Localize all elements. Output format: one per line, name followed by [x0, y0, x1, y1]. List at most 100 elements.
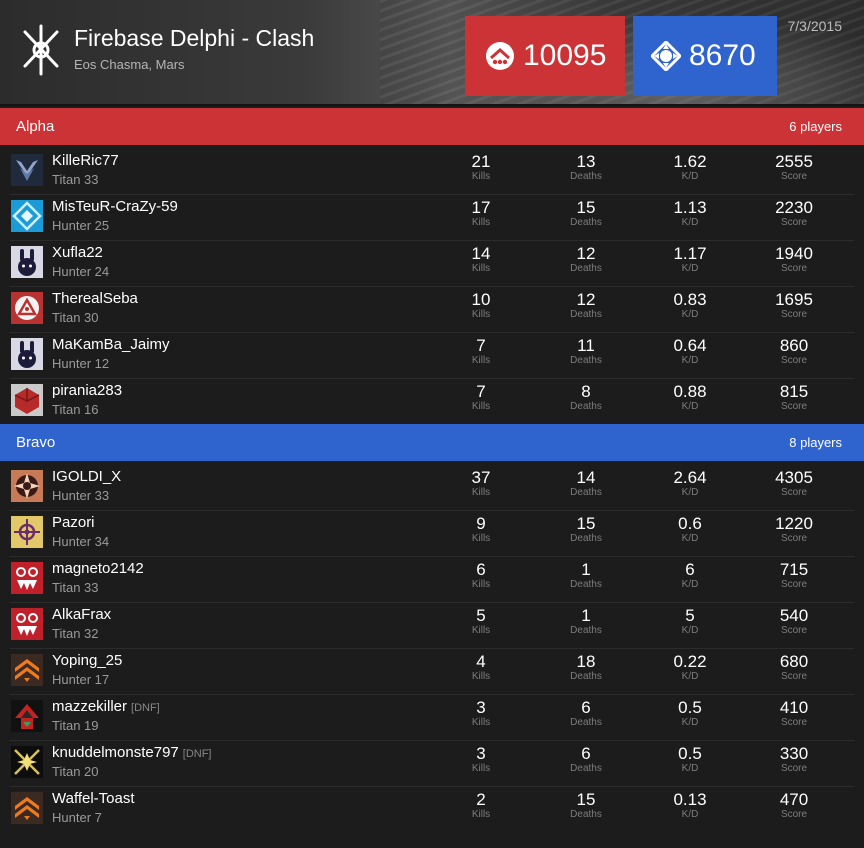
bravo-team-name: Bravo: [16, 434, 56, 451]
stat-kd: 1.13 K/D: [650, 199, 730, 229]
player-name[interactable]: AlkaFrax: [52, 606, 111, 623]
player-row[interactable]: Yoping_25 Hunter 17 4 Kills 18 Deaths 0.22 K/D 6…: [10, 649, 854, 695]
chevron-emblem-icon[interactable]: [11, 792, 43, 824]
stat-kd: 0.5 K/D: [650, 699, 730, 729]
player-name[interactable]: KilleRic77: [52, 152, 119, 169]
stat-kd: 6 K/D: [650, 561, 730, 591]
player-name[interactable]: TherealSeba: [52, 290, 138, 307]
player-row[interactable]: pirania283 Titan 16 7 Kills 8 Deaths 0.88 K/D 81…: [10, 379, 854, 424]
stat-kills: 17 Kills: [441, 199, 521, 229]
stat-deaths-label: Deaths: [570, 355, 602, 366]
arrow-emblem-icon[interactable]: [11, 700, 43, 732]
player-row[interactable]: knuddelmonste797 [DNF] Titan 20 3 Kills 6 Deat…: [10, 741, 854, 787]
match-date: 7/3/2015: [787, 18, 843, 34]
stat-deaths-label: Deaths: [570, 401, 602, 412]
player-name-text[interactable]: AlkaFrax: [52, 606, 111, 623]
player-name[interactable]: magneto2142: [52, 560, 144, 577]
player-name-text[interactable]: Waffel-Toast: [52, 790, 135, 807]
stat-deaths-value: 1: [581, 560, 591, 579]
alpha-player-count: 6 players: [789, 119, 842, 134]
player-name-text[interactable]: Pazori: [52, 514, 95, 531]
bunny-emblem-icon[interactable]: [11, 338, 43, 370]
stat-kd: 1.62 K/D: [650, 153, 730, 183]
stat-deaths-value: 14: [576, 468, 596, 487]
stat-kd: 0.22 K/D: [650, 653, 730, 683]
player-name-text[interactable]: Yoping_25: [52, 652, 122, 669]
player-name-text[interactable]: pirania283: [52, 382, 122, 399]
stat-kd-label: K/D: [681, 487, 699, 498]
player-row[interactable]: IGOLDI_X Hunter 33 37 Kills 14 Deaths 2.64 K/D 4…: [10, 465, 854, 511]
stat-kd-label: K/D: [681, 355, 699, 366]
player-name-text[interactable]: IGOLDI_X: [52, 468, 121, 485]
wing-emblem-icon[interactable]: [11, 154, 43, 186]
player-row[interactable]: Xufla22 Hunter 24 14 Kills 12 Deaths 1.17 K/D 19…: [10, 241, 854, 287]
player-name[interactable]: Xufla22: [52, 244, 103, 261]
player-row[interactable]: Waffel-Toast Hunter 7 2 Kills 15 Deaths 0.13 K/…: [10, 787, 854, 832]
stat-kd: 0.83 K/D: [650, 291, 730, 321]
stat-kills-label: Kills: [471, 401, 491, 412]
stat-deaths-value: 12: [576, 244, 596, 263]
player-row[interactable]: Pazori Hunter 34 9 Kills 15 Deaths 0.6 K/D 1220 S…: [10, 511, 854, 557]
player-name[interactable]: mazzekiller [DNF]: [52, 698, 160, 715]
stat-score-value: 1220: [775, 514, 813, 533]
stat-kd-value: 0.5: [678, 744, 702, 763]
stat-kills-label: Kills: [471, 217, 491, 228]
compass-emblem-icon[interactable]: [11, 470, 43, 502]
player-row[interactable]: magneto2142 Titan 33 6 Kills 1 Deaths 6 K/D 715 S…: [10, 557, 854, 603]
player-name-text[interactable]: Xufla22: [52, 244, 103, 261]
player-name-text[interactable]: knuddelmonste797: [52, 744, 179, 761]
shield-emblem-icon[interactable]: [11, 292, 43, 324]
stat-deaths-label: Deaths: [570, 625, 602, 636]
player-name[interactable]: Pazori: [52, 514, 95, 531]
player-name-text[interactable]: TherealSeba: [52, 290, 138, 307]
player-name[interactable]: IGOLDI_X: [52, 468, 121, 485]
diamond-emblem-icon[interactable]: [11, 200, 43, 232]
stat-score-label: Score: [780, 355, 808, 366]
player-name[interactable]: Yoping_25: [52, 652, 122, 669]
flower-emblem-icon[interactable]: [11, 516, 43, 548]
stat-kills-label: Kills: [471, 309, 491, 320]
player-name[interactable]: knuddelmonste797 [DNF]: [52, 744, 212, 761]
stat-score-label: Score: [780, 625, 808, 636]
stat-score-label: Score: [780, 217, 808, 228]
player-name-text[interactable]: KilleRic77: [52, 152, 119, 169]
stat-kd: 0.64 K/D: [650, 337, 730, 367]
player-row[interactable]: AlkaFrax Titan 32 5 Kills 1 Deaths 5 K/D 540 Scor…: [10, 603, 854, 649]
player-name-text[interactable]: magneto2142: [52, 560, 144, 577]
stat-kd-label: K/D: [681, 263, 699, 274]
player-name[interactable]: MaKamBa_Jaimy: [52, 336, 170, 353]
stat-kd-value: 6: [685, 560, 695, 579]
stat-deaths: 15 Deaths: [546, 791, 626, 821]
player-name-text[interactable]: mazzekiller: [52, 698, 127, 715]
cube-emblem-icon[interactable]: [11, 384, 43, 416]
stat-kd-value: 0.13: [673, 790, 707, 809]
player-class-level: Titan 33: [52, 580, 99, 595]
star-emblem-icon[interactable]: [11, 746, 43, 778]
stat-deaths: 14 Deaths: [546, 469, 626, 499]
fang-emblem-icon[interactable]: [11, 608, 43, 640]
stat-kills: 37 Kills: [441, 469, 521, 499]
player-name-text[interactable]: MisTeuR-CraZy-59: [52, 198, 178, 215]
player-name[interactable]: pirania283: [52, 382, 122, 399]
player-name[interactable]: Waffel-Toast: [52, 790, 135, 807]
stat-kd: 0.88 K/D: [650, 383, 730, 413]
player-row[interactable]: MisTeuR-CraZy-59 Hunter 25 17 Kills 15 Deaths…: [10, 195, 854, 241]
fang-emblem-icon[interactable]: [11, 562, 43, 594]
stat-score: 540 Score: [754, 607, 834, 637]
stat-deaths-label: Deaths: [570, 671, 602, 682]
stat-score: 4305 Score: [754, 469, 834, 499]
player-name[interactable]: MisTeuR-CraZy-59: [52, 198, 178, 215]
stat-score: 330 Score: [754, 745, 834, 775]
chevron-emblem-icon[interactable]: [11, 654, 43, 686]
player-row[interactable]: KilleRic77 Titan 33 21 Kills 13 Deaths 1.62 K/D…: [10, 149, 854, 195]
player-class-level: Titan 33: [52, 172, 99, 187]
stat-kd-value: 0.6: [678, 514, 702, 533]
player-class-level: Hunter 24: [52, 264, 110, 279]
player-class-level: Hunter 7: [52, 810, 102, 825]
player-row[interactable]: mazzekiller [DNF] Titan 19 3 Kills 6 Deaths 0.5…: [10, 695, 854, 741]
bunny-emblem-icon[interactable]: [11, 246, 43, 278]
player-row[interactable]: MaKamBa_Jaimy Hunter 12 7 Kills 11 Deaths 0.64…: [10, 333, 854, 379]
stat-kills-label: Kills: [471, 533, 491, 544]
player-row[interactable]: TherealSeba Titan 30 10 Kills 12 Deaths 0.83 K/…: [10, 287, 854, 333]
player-name-text[interactable]: MaKamBa_Jaimy: [52, 336, 170, 353]
